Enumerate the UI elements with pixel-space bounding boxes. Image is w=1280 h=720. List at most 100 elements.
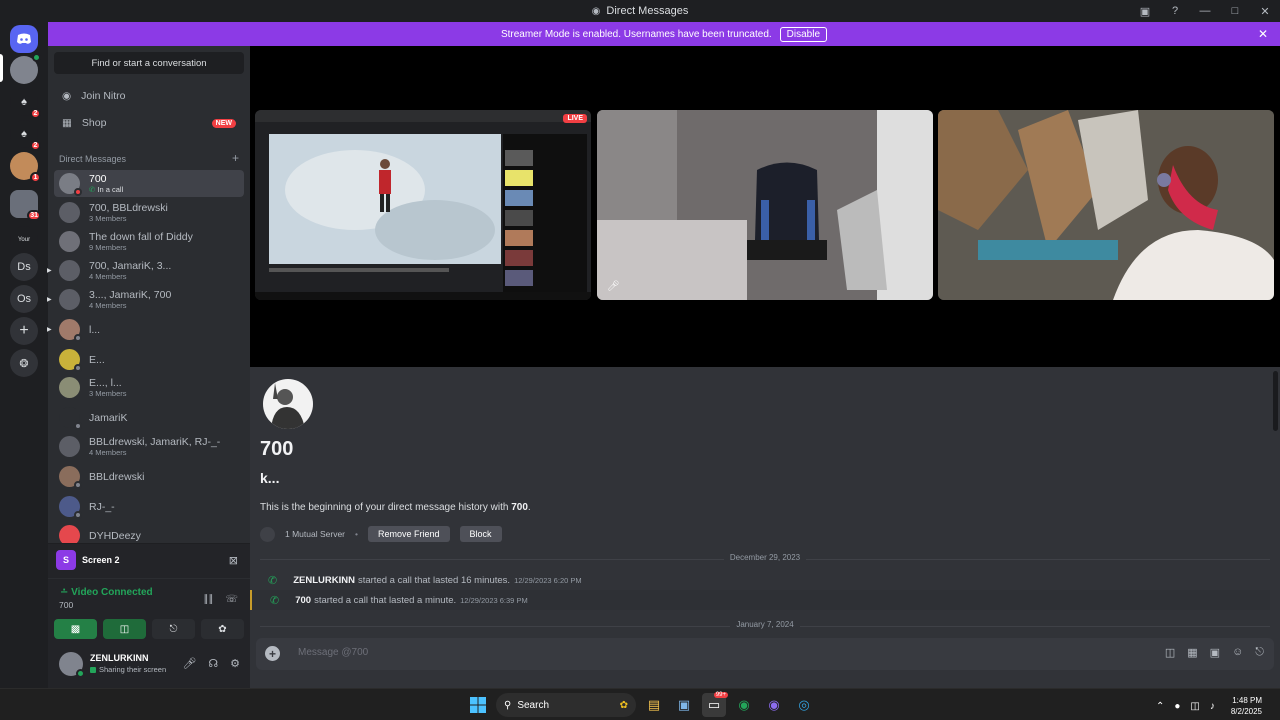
disconnect-icon[interactable]: ☏ (225, 594, 238, 605)
edge-browser-icon[interactable]: ◎ (792, 693, 816, 717)
unread-indicator: ▶ (47, 268, 52, 274)
inbox-icon[interactable]: ▣ (1130, 0, 1160, 22)
dm-item[interactable]: JamariK (54, 404, 244, 431)
gift-icon[interactable]: ◫ (1165, 646, 1175, 659)
profile-actions: 1 Mutual Server • Remove Friend Block (260, 526, 502, 542)
compass-icon: ❂ (19, 357, 29, 370)
intro-suffix: . (527, 502, 531, 513)
guild-1[interactable] (10, 53, 41, 84)
dm-item[interactable]: BBLdrewski (54, 463, 244, 490)
discover-button[interactable]: ❂ (10, 349, 38, 377)
avatar[interactable] (59, 652, 85, 678)
voice-action-buttons: ▩ ◫ ⎋ ✿ (54, 619, 244, 639)
dm-item[interactable]: ▶ 700, JamariK, 3... 4 Members (47, 257, 244, 284)
add-server-button[interactable]: + (10, 317, 38, 345)
screen-preview[interactable]: S Screen 2 (56, 550, 120, 570)
guild-os[interactable]: Os (10, 285, 38, 313)
window-title-text: Direct Messages (606, 5, 689, 17)
upload-plus-icon[interactable]: + (265, 646, 280, 661)
app-launcher-icon[interactable]: ⎋ (1255, 646, 1264, 659)
block-button[interactable]: Block (459, 526, 502, 542)
dm-sub: 4 Members (89, 301, 127, 310)
avatar (263, 379, 313, 429)
gif-icon[interactable]: ▦ (1187, 646, 1197, 659)
maximize-button[interactable]: □ (1220, 0, 1250, 22)
discord-taskbar-icon[interactable]: ◉ (732, 693, 756, 717)
composer-icons: ◫ ▦ ▣ ☺ ⎋ (1165, 646, 1264, 659)
soundboard-button[interactable]: ✿ (201, 619, 244, 639)
help-icon[interactable]: ? (1160, 0, 1190, 22)
message-input[interactable]: Message @700 (298, 647, 368, 658)
sticker-icon[interactable]: ▣ (1210, 646, 1220, 659)
dm-item[interactable]: 700, BBLdrewski 3 Members (54, 199, 244, 226)
date-divider: January 7, 2024 (260, 615, 1270, 631)
phone-icon: ✆ (270, 594, 280, 607)
create-dm-icon[interactable]: + (232, 151, 239, 165)
gear-icon[interactable]: ⚙ (230, 657, 240, 670)
mutual-server-label[interactable]: 1 Mutual Server (285, 529, 345, 539)
disable-button[interactable]: Disable (779, 26, 828, 42)
remove-friend-button[interactable]: Remove Friend (367, 526, 450, 542)
video-camera-icon: ▩ (70, 623, 81, 635)
call-author[interactable]: ZENLURKINN (293, 575, 355, 586)
divider (48, 578, 250, 579)
dm-item[interactable]: The down fall of Diddy 9 Members (54, 228, 244, 255)
volume-icon[interactable]: ♪ (1210, 701, 1215, 712)
close-button[interactable]: ✕ (1250, 0, 1280, 22)
guild-ds[interactable]: Ds (10, 253, 38, 281)
avatar (59, 436, 80, 457)
find-conversation-button[interactable]: Find or start a conversation (54, 52, 244, 74)
microphone-icon[interactable]: ● (1174, 701, 1180, 712)
dm-item[interactable]: RJ-_- (54, 493, 244, 520)
muted-mic-icon: 🎤︎ (607, 281, 620, 292)
windows-start-icon[interactable] (466, 693, 490, 717)
screen-share-icon: ◫ (119, 623, 130, 635)
file-explorer-icon[interactable]: ▤ (642, 693, 666, 717)
emoji-icon[interactable]: ☺ (1232, 646, 1243, 659)
dm-item[interactable]: ▶ l... (47, 316, 244, 343)
wifi-icon[interactable]: ◫ (1190, 701, 1199, 712)
window-title: ◉ Direct Messages (592, 5, 689, 17)
dm-item[interactable]: BBLdrewski, JamariK, RJ-_- 4 Members (54, 433, 244, 460)
user-panel: ZENLURKINN Sharing their screen 🎤︎ ☊ ⚙ (48, 645, 250, 688)
home-button[interactable] (10, 25, 38, 53)
avatar (59, 173, 82, 196)
notepad-icon[interactable]: ▭ 99+ (702, 692, 728, 717)
unread-indicator: ▶ (47, 297, 52, 303)
scrollbar-thumb[interactable] (1273, 371, 1278, 431)
clock[interactable]: 1:48 PM 8/2/2025 (1231, 695, 1262, 717)
stream-tile-screen[interactable]: LIVE (255, 110, 591, 300)
headphones-icon[interactable]: ☊ (208, 657, 218, 670)
video-tile-camera-2[interactable] (938, 110, 1274, 300)
avatar (59, 231, 80, 252)
screen-share-button[interactable]: ◫ (103, 619, 146, 639)
activity-button[interactable]: ⎋ (152, 619, 195, 639)
guild-your[interactable]: Your (10, 226, 38, 254)
chevron-up-icon[interactable]: ⌃ (1156, 701, 1164, 712)
guild-3[interactable]: ♠ 2 (10, 120, 41, 151)
guild-4[interactable]: 1 (10, 152, 41, 183)
close-banner-icon[interactable]: ✕ (1258, 27, 1268, 41)
video-tile-camera-1[interactable]: 🎤︎ (597, 110, 933, 300)
app-icon[interactable]: ◉ (762, 693, 786, 717)
dm-name: E..., l... (89, 377, 122, 389)
dm-item[interactable]: E... (54, 346, 244, 373)
taskbar-search[interactable]: ⚲ Search ✿ (496, 693, 636, 717)
call-author[interactable]: 700 (295, 595, 311, 606)
guild-2[interactable]: ♠ 2 (10, 88, 41, 119)
taskbar-search-label: Search (517, 699, 550, 711)
video-button[interactable]: ▩ (54, 619, 97, 639)
dm-item[interactable]: 700 ✆ In a call (54, 170, 244, 197)
main-content: LIVE 🎤︎ 700 k... This is the beginning o… (250, 46, 1280, 688)
nav-shop[interactable]: ▦ Shop NEW (54, 110, 244, 136)
dm-item[interactable]: ▶ 3..., JamariK, 700 4 Members (47, 286, 244, 313)
microphone-icon[interactable]: 🎤︎ (182, 657, 196, 670)
noise-suppression-icon[interactable]: ∥∥ (203, 594, 213, 605)
user-status-text: Sharing their screen (99, 665, 167, 674)
dm-item[interactable]: E..., l... 3 Members (54, 374, 244, 401)
minimize-button[interactable]: — (1190, 0, 1220, 22)
nav-join-nitro[interactable]: ◉ Join Nitro (54, 83, 244, 109)
photos-icon[interactable]: ▣ (672, 693, 696, 717)
guild-5[interactable]: 31 (10, 190, 41, 221)
stop-stream-icon[interactable]: ⊠ (229, 554, 238, 567)
